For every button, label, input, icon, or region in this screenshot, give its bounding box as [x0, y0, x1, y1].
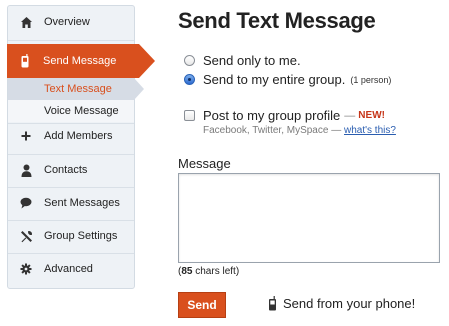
sidebar-subitem-label: Text Message [44, 83, 112, 95]
person-icon [19, 163, 33, 177]
recipient-count: (1 person) [350, 74, 392, 85]
sidebar-item-label: Overview [44, 16, 90, 28]
send-button[interactable]: Send [178, 292, 226, 318]
sidebar-item-group-settings[interactable]: Group Settings [8, 221, 134, 251]
radio-button-selected[interactable] [184, 74, 195, 85]
sidebar-subitem-voice-message[interactable]: Voice Message [8, 100, 134, 122]
sidebar-item-label: Contacts [44, 164, 88, 176]
home-icon [19, 15, 33, 29]
radio-label: Send only to me. [203, 53, 301, 68]
post-profile-label: Post to my group profile [203, 108, 341, 123]
sidebar-item-sent-messages[interactable]: Sent Messages [8, 188, 134, 218]
sidebar-item-send-message[interactable]: Send Message [7, 44, 155, 78]
sidebar-item-label: Send Message [43, 55, 117, 67]
social-sites-line: Facebook, Twitter, MySpace — what's this… [203, 125, 396, 136]
sidebar-subitem-text-message[interactable]: Text Message [8, 78, 144, 100]
sidebar-item-add-members[interactable]: Add Members [8, 121, 134, 151]
sidebar-nav: Overview Send Message Text Message Voice… [7, 5, 155, 289]
message-label: Message [178, 156, 231, 171]
speech-bubble-icon [19, 196, 33, 210]
chars-left-number: 85 [181, 266, 193, 277]
sidebar-item-contacts[interactable]: Contacts [8, 155, 134, 185]
post-profile-checkbox[interactable] [184, 110, 195, 121]
gear-icon [19, 262, 33, 276]
sidebar-item-advanced[interactable]: Advanced [8, 254, 134, 284]
page-title: Send Text Message [178, 8, 376, 33]
new-badge: NEW! [358, 110, 385, 121]
social-sites-text: Facebook, Twitter, MySpace — [203, 125, 342, 136]
send-from-phone-label: Send from your phone! [283, 296, 416, 311]
recipient-option-group[interactable]: Send to my entire group. (1 person) [184, 72, 391, 87]
whats-this-link[interactable]: what's this? [344, 125, 396, 136]
send-from-phone-link[interactable]: Send from your phone! [268, 296, 415, 311]
sidebar-item-label: Add Members [44, 130, 113, 142]
phone-icon [18, 54, 32, 68]
plus-icon [19, 129, 33, 143]
sidebar-item-label: Group Settings [44, 230, 118, 242]
phone-icon [268, 296, 277, 311]
radio-label: Send to my entire group. [203, 72, 346, 87]
tools-icon [19, 229, 33, 243]
sidebar-item-overview[interactable]: Overview [8, 7, 134, 37]
chars-left-counter: (85 chars left) [178, 266, 239, 277]
sidebar-subitem-label: Voice Message [44, 105, 119, 117]
chars-left-suffix: chars left) [192, 266, 240, 277]
divider [8, 40, 134, 41]
recipient-option-me[interactable]: Send only to me. [184, 53, 301, 68]
em-dash: — [344, 109, 356, 122]
post-profile-option[interactable]: Post to my group profile — NEW! [184, 108, 385, 123]
sidebar-item-label: Advanced [44, 263, 93, 275]
message-textarea[interactable] [178, 173, 440, 263]
sidebar-item-label: Sent Messages [44, 197, 120, 209]
radio-button[interactable] [184, 55, 195, 66]
